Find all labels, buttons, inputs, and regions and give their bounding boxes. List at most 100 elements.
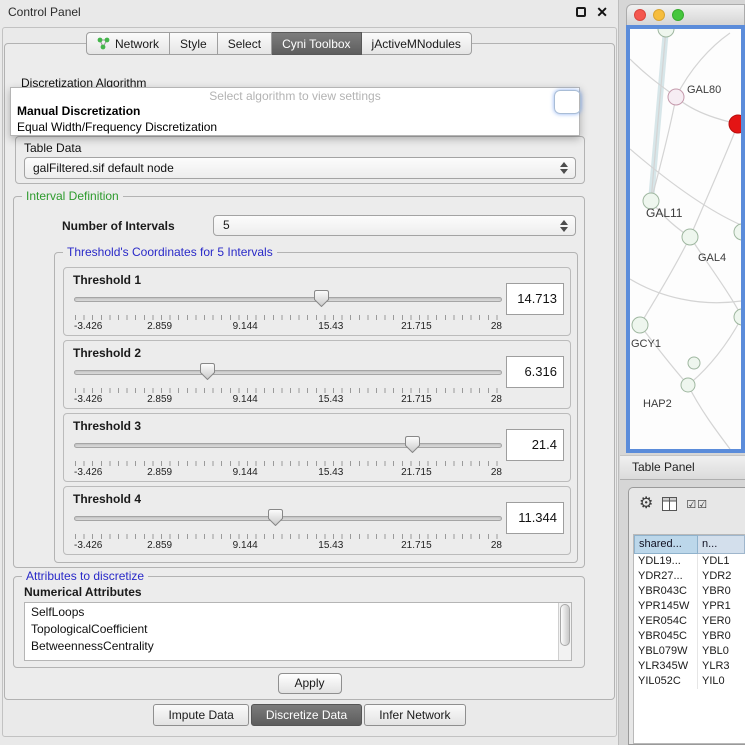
slider-track[interactable]	[74, 516, 502, 521]
list-item[interactable]: BetweennessCentrality	[25, 637, 571, 654]
tick-labels: -3.426 2.859 9.144 15.43 21.715 28	[74, 321, 502, 333]
threshold-value-field[interactable]: 11.344	[506, 502, 564, 534]
slider-track[interactable]	[74, 370, 502, 375]
close-button[interactable]: ✕	[596, 6, 608, 18]
scrollbar-thumb[interactable]	[560, 604, 570, 646]
tab-discretize-data[interactable]: Discretize Data	[251, 704, 362, 726]
table-cell[interactable]: YIL052C	[634, 674, 698, 689]
threshold-value-field[interactable]: 6.316	[506, 356, 564, 388]
table-header-cell-name[interactable]: n...	[698, 535, 745, 554]
table-cell[interactable]: YBR0	[698, 629, 745, 644]
float-window-button[interactable]	[576, 7, 586, 17]
combobox-value: galFiltered.sif default node	[33, 161, 174, 175]
numerical-attributes-label: Numerical Attributes	[24, 585, 142, 599]
combo-arrows-icon[interactable]	[560, 162, 568, 174]
node-gal80[interactable]	[668, 89, 684, 105]
threshold-slider[interactable]: -3.426 2.859 9.144 15.43 21.715 28	[74, 509, 502, 553]
tab-select[interactable]: Select	[218, 32, 272, 55]
threshold-value-field[interactable]: 14.713	[506, 283, 564, 315]
scrollbar[interactable]	[558, 603, 571, 660]
slider-track[interactable]	[74, 443, 502, 448]
table-row[interactable]: YBR045CYBR0	[634, 629, 745, 644]
table-cell[interactable]: YLR345W	[634, 659, 698, 674]
tab-impute-data[interactable]: Impute Data	[153, 704, 248, 726]
number-of-intervals-spinner[interactable]: 5	[213, 215, 576, 236]
threshold-label: Threshold 4	[73, 492, 141, 506]
tab-infer-network[interactable]: Infer Network	[364, 704, 465, 726]
traffic-light-minimize[interactable]	[653, 9, 665, 21]
tab-style[interactable]: Style	[170, 32, 218, 55]
table-cell[interactable]: YPR145W	[634, 599, 698, 614]
node[interactable]	[734, 309, 741, 325]
table-row[interactable]: YDR27...YDR2	[634, 569, 745, 584]
table-cell[interactable]: YDL19...	[634, 554, 698, 569]
table-header-cell-shared[interactable]: shared...	[634, 535, 698, 554]
table-row[interactable]: YDL19...YDL1	[634, 554, 745, 569]
tab-jactivemnodules[interactable]: jActiveMNodules	[362, 32, 472, 55]
node[interactable]	[734, 224, 741, 240]
table-cell[interactable]: YBR0	[698, 584, 745, 599]
table-row[interactable]: YIL052CYIL0	[634, 674, 745, 689]
network-canvas[interactable]: GAL80 GAL11 GAL4 GCY1 HAP2	[626, 25, 745, 453]
slider-track[interactable]	[74, 297, 502, 302]
table-row[interactable]: YLR345WYLR3	[634, 659, 745, 674]
list-item[interactable]: SelfLoops	[25, 603, 571, 620]
attributes-list[interactable]: SelfLoops TopologicalCoefficient Between…	[24, 602, 572, 661]
tab-cyni-toolbox[interactable]: Cyni Toolbox	[272, 32, 361, 55]
table-cell[interactable]: YER054C	[634, 614, 698, 629]
node-label: HAP2	[643, 398, 672, 410]
table-data-combobox[interactable]: galFiltered.sif default node	[24, 157, 576, 179]
table-row[interactable]: YPR145WYPR1	[634, 599, 745, 614]
tick-label: 21.715	[401, 467, 432, 478]
node-gcy1[interactable]	[632, 317, 648, 333]
traffic-light-close[interactable]	[634, 9, 646, 21]
slider-thumb-icon[interactable]	[314, 290, 329, 307]
bottom-tab-bar: Impute Data Discretize Data Infer Networ…	[0, 704, 619, 726]
node-gal4[interactable]	[682, 229, 698, 245]
slider-thumb-icon[interactable]	[405, 436, 420, 453]
algorithm-popup: Select algorithm to view settings Manual…	[10, 87, 580, 136]
columns-icon[interactable]	[662, 497, 677, 511]
table-cell[interactable]: YDL1	[698, 554, 745, 569]
threshold-label: Threshold 2	[73, 346, 141, 360]
threshold-slider[interactable]: -3.426 2.859 9.144 15.43 21.715 28	[74, 436, 502, 480]
tick-label: 2.859	[147, 321, 172, 332]
tick-label: -3.426	[74, 540, 102, 551]
table-cell[interactable]: YBL0	[698, 644, 745, 659]
tab-network[interactable]: Network	[86, 32, 170, 55]
node[interactable]	[658, 29, 674, 37]
list-item[interactable]: TopologicalCoefficient	[25, 620, 571, 637]
network-window-titlebar[interactable]	[626, 4, 745, 25]
table-cell[interactable]: YBR043C	[634, 584, 698, 599]
table-row[interactable]: YER054CYER0	[634, 614, 745, 629]
tick-label: 28	[491, 394, 502, 405]
tick-label: 9.144	[233, 321, 258, 332]
tab-label: Network	[115, 37, 159, 51]
table-row[interactable]: YBL079WYBL0	[634, 644, 745, 659]
node-selected-red[interactable]	[729, 115, 741, 133]
threshold-slider[interactable]: -3.426 2.859 9.144 15.43 21.715 28	[74, 363, 502, 407]
table-cell[interactable]: YBR045C	[634, 629, 698, 644]
threshold-slider[interactable]: -3.426 2.859 9.144 15.43 21.715 28	[74, 290, 502, 334]
table-cell[interactable]: YIL0	[698, 674, 745, 689]
thresholds-group-title: Threshold's Coordinates for 5 Intervals	[63, 245, 277, 259]
table-cell[interactable]: YDR2	[698, 569, 745, 584]
apply-button[interactable]: Apply	[278, 673, 342, 694]
node-hap2[interactable]	[681, 378, 695, 392]
popup-item-equal-width[interactable]: Equal Width/Frequency Discretization	[11, 119, 579, 135]
traffic-light-zoom[interactable]	[672, 9, 684, 21]
table-cell[interactable]: YBL079W	[634, 644, 698, 659]
threshold-value-field[interactable]: 21.4	[506, 429, 564, 461]
table-cell[interactable]: YER0	[698, 614, 745, 629]
spinner-arrows-icon[interactable]	[560, 220, 568, 232]
popup-item-manual-discretization[interactable]: Manual Discretization	[11, 103, 579, 119]
checkbox-icons[interactable]: ☑☑	[686, 498, 708, 511]
table-cell[interactable]: YDR27...	[634, 569, 698, 584]
gear-icon[interactable]: ⚙	[639, 496, 653, 512]
slider-thumb-icon[interactable]	[200, 363, 215, 380]
table-cell[interactable]: YPR1	[698, 599, 745, 614]
table-cell[interactable]: YLR3	[698, 659, 745, 674]
node[interactable]	[688, 357, 700, 369]
slider-thumb-icon[interactable]	[268, 509, 283, 526]
table-row[interactable]: YBR043CYBR0	[634, 584, 745, 599]
